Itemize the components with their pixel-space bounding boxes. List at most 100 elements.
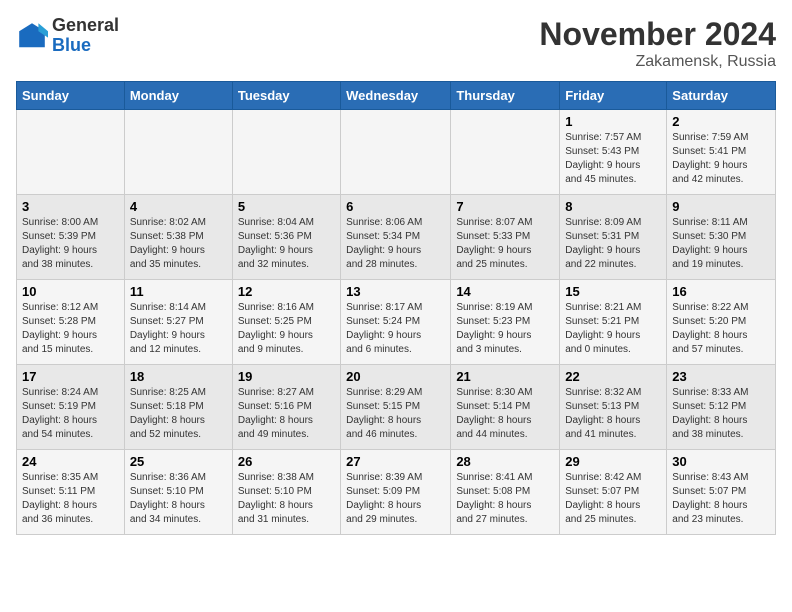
location: Zakamensk, Russia: [539, 53, 776, 71]
day-info: Sunrise: 8:04 AM Sunset: 5:36 PM Dayligh…: [238, 216, 335, 272]
day-info: Sunrise: 8:30 AM Sunset: 5:14 PM Dayligh…: [456, 386, 554, 442]
day-info: Sunrise: 8:09 AM Sunset: 5:31 PM Dayligh…: [565, 216, 661, 272]
calendar-cell: [124, 110, 232, 195]
day-number: 30: [672, 454, 770, 469]
day-number: 10: [22, 284, 119, 299]
day-info: Sunrise: 8:29 AM Sunset: 5:15 PM Dayligh…: [346, 386, 445, 442]
weekday-header: Sunday: [17, 82, 125, 110]
day-info: Sunrise: 8:27 AM Sunset: 5:16 PM Dayligh…: [238, 386, 335, 442]
day-number: 6: [346, 199, 445, 214]
title-section: November 2024 Zakamensk, Russia: [539, 16, 776, 71]
day-number: 14: [456, 284, 554, 299]
page-header: General Blue November 2024 Zakamensk, Ru…: [16, 16, 776, 71]
weekday-header-row: SundayMondayTuesdayWednesdayThursdayFrid…: [17, 82, 776, 110]
calendar-cell: 27 Sunrise: 8:39 AM Sunset: 5:09 PM Dayli…: [341, 450, 451, 535]
day-number: 22: [565, 369, 661, 384]
calendar-cell: 12 Sunrise: 8:16 AM Sunset: 5:25 PM Dayli…: [232, 280, 340, 365]
weekday-header: Thursday: [451, 82, 560, 110]
day-number: 5: [238, 199, 335, 214]
day-number: 27: [346, 454, 445, 469]
day-number: 16: [672, 284, 770, 299]
calendar-cell: 10 Sunrise: 8:12 AM Sunset: 5:28 PM Dayli…: [17, 280, 125, 365]
day-number: 2: [672, 114, 770, 129]
day-info: Sunrise: 8:21 AM Sunset: 5:21 PM Dayligh…: [565, 301, 661, 357]
day-number: 29: [565, 454, 661, 469]
calendar-cell: 17 Sunrise: 8:24 AM Sunset: 5:19 PM Dayli…: [17, 365, 125, 450]
day-number: 7: [456, 199, 554, 214]
calendar-cell: 29 Sunrise: 8:42 AM Sunset: 5:07 PM Dayli…: [560, 450, 667, 535]
calendar-cell: 13Sunrise: 8:17 AM Sunset: 5:24 PM Dayli…: [341, 280, 451, 365]
calendar-cell: 28 Sunrise: 8:41 AM Sunset: 5:08 PM Dayli…: [451, 450, 560, 535]
day-number: 1: [565, 114, 661, 129]
calendar-cell: 8 Sunrise: 8:09 AM Sunset: 5:31 PM Daylig…: [560, 195, 667, 280]
day-info: Sunrise: 8:22 AM Sunset: 5:20 PM Dayligh…: [672, 301, 770, 357]
day-info: Sunrise: 8:00 AM Sunset: 5:39 PM Dayligh…: [22, 216, 119, 272]
calendar-cell: 11 Sunrise: 8:14 AM Sunset: 5:27 PM Dayli…: [124, 280, 232, 365]
day-info: Sunrise: 8:24 AM Sunset: 5:19 PM Dayligh…: [22, 386, 119, 442]
calendar-cell: 14 Sunrise: 8:19 AM Sunset: 5:23 PM Dayli…: [451, 280, 560, 365]
day-number: 26: [238, 454, 335, 469]
weekday-header: Monday: [124, 82, 232, 110]
calendar-table: SundayMondayTuesdayWednesdayThursdayFrid…: [16, 81, 776, 535]
calendar-cell: 7 Sunrise: 8:07 AM Sunset: 5:33 PM Daylig…: [451, 195, 560, 280]
calendar-cell: [17, 110, 125, 195]
day-number: 24: [22, 454, 119, 469]
calendar-cell: [232, 110, 340, 195]
day-info: Sunrise: 8:38 AM Sunset: 5:10 PM Dayligh…: [238, 471, 335, 527]
day-info: Sunrise: 8:36 AM Sunset: 5:10 PM Dayligh…: [130, 471, 227, 527]
day-info: Sunrise: 8:11 AM Sunset: 5:30 PM Dayligh…: [672, 216, 770, 272]
day-number: 21: [456, 369, 554, 384]
day-info: Sunrise: 7:59 AM Sunset: 5:41 PM Dayligh…: [672, 131, 770, 187]
day-info: Sunrise: 8:07 AM Sunset: 5:33 PM Dayligh…: [456, 216, 554, 272]
calendar-cell: 22Sunrise: 8:32 AM Sunset: 5:13 PM Dayli…: [560, 365, 667, 450]
logo-text: General Blue: [52, 16, 119, 56]
day-number: 17: [22, 369, 119, 384]
calendar-cell: 20Sunrise: 8:29 AM Sunset: 5:15 PM Dayli…: [341, 365, 451, 450]
day-number: 3: [22, 199, 119, 214]
day-number: 15: [565, 284, 661, 299]
calendar-cell: [341, 110, 451, 195]
day-info: Sunrise: 8:42 AM Sunset: 5:07 PM Dayligh…: [565, 471, 661, 527]
day-info: Sunrise: 8:16 AM Sunset: 5:25 PM Dayligh…: [238, 301, 335, 357]
calendar-week-row: 1 Sunrise: 7:57 AM Sunset: 5:43 PM Daylig…: [17, 110, 776, 195]
calendar-cell: 9Sunrise: 8:11 AM Sunset: 5:30 PM Daylig…: [667, 195, 776, 280]
calendar-cell: 18Sunrise: 8:25 AM Sunset: 5:18 PM Dayli…: [124, 365, 232, 450]
month-title: November 2024: [539, 16, 776, 53]
day-number: 23: [672, 369, 770, 384]
day-number: 13: [346, 284, 445, 299]
day-info: Sunrise: 8:06 AM Sunset: 5:34 PM Dayligh…: [346, 216, 445, 272]
day-number: 19: [238, 369, 335, 384]
calendar-cell: 3 Sunrise: 8:00 AM Sunset: 5:39 PM Daylig…: [17, 195, 125, 280]
day-number: 25: [130, 454, 227, 469]
day-info: Sunrise: 8:41 AM Sunset: 5:08 PM Dayligh…: [456, 471, 554, 527]
day-info: Sunrise: 8:39 AM Sunset: 5:09 PM Dayligh…: [346, 471, 445, 527]
day-number: 28: [456, 454, 554, 469]
weekday-header: Wednesday: [341, 82, 451, 110]
calendar-cell: 26 Sunrise: 8:38 AM Sunset: 5:10 PM Dayli…: [232, 450, 340, 535]
calendar-cell: 21 Sunrise: 8:30 AM Sunset: 5:14 PM Dayli…: [451, 365, 560, 450]
calendar-cell: 25 Sunrise: 8:36 AM Sunset: 5:10 PM Dayli…: [124, 450, 232, 535]
day-number: 8: [565, 199, 661, 214]
logo: General Blue: [16, 16, 119, 56]
day-number: 11: [130, 284, 227, 299]
day-info: Sunrise: 8:33 AM Sunset: 5:12 PM Dayligh…: [672, 386, 770, 442]
day-info: Sunrise: 8:12 AM Sunset: 5:28 PM Dayligh…: [22, 301, 119, 357]
calendar-week-row: 10 Sunrise: 8:12 AM Sunset: 5:28 PM Dayli…: [17, 280, 776, 365]
calendar-cell: 2 Sunrise: 7:59 AM Sunset: 5:41 PM Daylig…: [667, 110, 776, 195]
calendar-cell: 19 Sunrise: 8:27 AM Sunset: 5:16 PM Dayli…: [232, 365, 340, 450]
logo-icon: [16, 20, 48, 52]
calendar-cell: 16 Sunrise: 8:22 AM Sunset: 5:20 PM Dayli…: [667, 280, 776, 365]
day-info: Sunrise: 8:02 AM Sunset: 5:38 PM Dayligh…: [130, 216, 227, 272]
calendar-cell: 1 Sunrise: 7:57 AM Sunset: 5:43 PM Daylig…: [560, 110, 667, 195]
day-info: Sunrise: 8:14 AM Sunset: 5:27 PM Dayligh…: [130, 301, 227, 357]
calendar-cell: 4Sunrise: 8:02 AM Sunset: 5:38 PM Daylig…: [124, 195, 232, 280]
calendar-cell: 6 Sunrise: 8:06 AM Sunset: 5:34 PM Daylig…: [341, 195, 451, 280]
calendar-week-row: 3 Sunrise: 8:00 AM Sunset: 5:39 PM Daylig…: [17, 195, 776, 280]
weekday-header: Tuesday: [232, 82, 340, 110]
day-info: Sunrise: 8:19 AM Sunset: 5:23 PM Dayligh…: [456, 301, 554, 357]
day-info: Sunrise: 7:57 AM Sunset: 5:43 PM Dayligh…: [565, 131, 661, 187]
calendar-cell: 5 Sunrise: 8:04 AM Sunset: 5:36 PM Daylig…: [232, 195, 340, 280]
calendar-cell: 24Sunrise: 8:35 AM Sunset: 5:11 PM Dayli…: [17, 450, 125, 535]
calendar-cell: 23 Sunrise: 8:33 AM Sunset: 5:12 PM Dayli…: [667, 365, 776, 450]
day-number: 12: [238, 284, 335, 299]
